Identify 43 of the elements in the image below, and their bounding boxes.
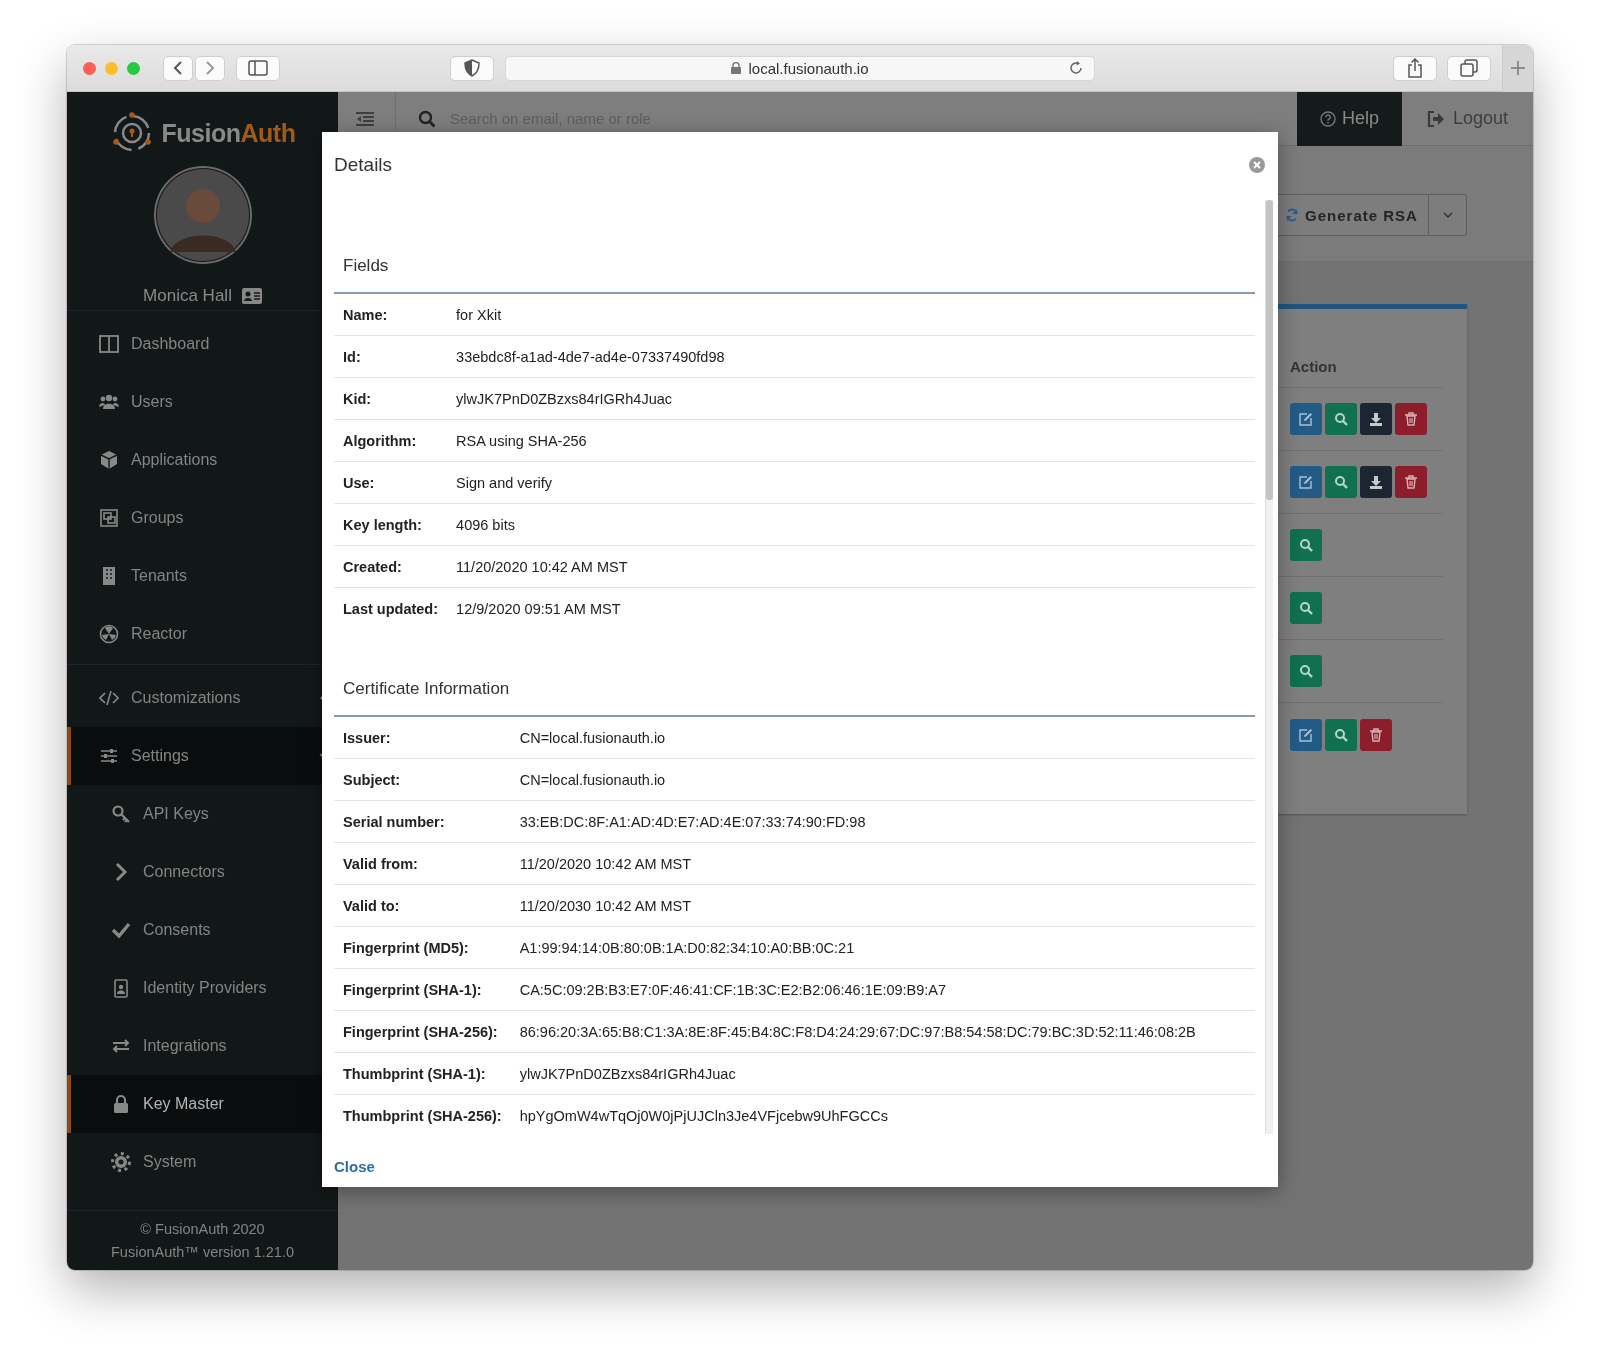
- field-value: CA:5C:09:2B:B3:E7:0F:46:41:CF:1B:3C:E2:B2:06:46:1E:09:B9:A7: [519, 981, 947, 998]
- field-label: Kid:: [343, 390, 372, 407]
- field-value: CN=local.fusionauth.io: [519, 771, 666, 788]
- section-heading: Fields: [334, 198, 1255, 294]
- field-value: 86:96:20:3A:65:B8:C1:3A:8E:8F:45:B4:8C:F8:D4:24:29:67:DC:97:B8:54:58:DC:79:BC:3D:52:11:46:08:2B: [519, 1023, 1196, 1040]
- brand-logo-text: FusionAuth: [161, 118, 296, 148]
- section-heading: Certificate Information: [334, 629, 1255, 717]
- field-label: Algorithm:: [343, 432, 417, 449]
- field-label: Use:: [343, 474, 375, 491]
- field-value: A1:99:94:14:0B:80:0B:1A:D0:82:34:10:A0:BB:0C:21: [519, 939, 855, 956]
- field-value: 11/20/2020 10:42 AM MST: [519, 855, 692, 872]
- dialog-title: Details: [334, 154, 393, 176]
- field-label: Name:: [343, 306, 388, 323]
- field-label: Issuer:: [343, 729, 391, 746]
- field-label: Subject:: [343, 771, 401, 788]
- field-value: 4096 bits: [456, 516, 515, 533]
- field-value: ylwJK7PnD0ZBzxs84rIGRh4Juac: [456, 390, 673, 407]
- field-label: Id:: [343, 348, 361, 365]
- field-value: RSA using SHA-256: [456, 432, 587, 449]
- field-value: 11/20/2020 10:42 AM MST: [456, 558, 628, 575]
- field-value: for Xkit: [456, 306, 502, 323]
- field-label: Key length:: [343, 516, 422, 533]
- footer-text: © FusionAuth 2020: [140, 1220, 265, 1239]
- field-value: hpYgOmW4wTqOj0W0jPjUJCln3Je4VFjcebw9UhFGCCs: [519, 1107, 888, 1124]
- field-label: Fingerprint (MD5):: [343, 939, 469, 956]
- field-value: 33ebdc8f-a1ad-4de7-ad4e-07337490fd98: [456, 348, 725, 365]
- field-value: 12/9/2020 09:51 AM MST: [456, 600, 621, 617]
- field-label: Fingerprint (SHA-1):: [343, 981, 482, 998]
- field-label: Thumbprint (SHA-1):: [343, 1065, 486, 1082]
- url-text: local.fusionauth.io: [748, 59, 869, 77]
- field-label: Serial number:: [343, 813, 445, 830]
- field-label: Fingerprint (SHA-256):: [343, 1023, 498, 1040]
- field-value: Sign and verify: [456, 474, 552, 491]
- field-value: 33:EB:DC:8F:A1:AD:4D:E7:AD:4E:07:33:74:90:FD:98: [519, 813, 866, 830]
- field-label: Valid to:: [343, 897, 400, 914]
- footer-text: FusionAuth™ version 1.21.0: [111, 1243, 294, 1262]
- field-label: Created:: [343, 558, 402, 575]
- field-value: ylwJK7PnD0ZBzxs84rIGRh4Juac: [519, 1065, 736, 1082]
- field-label: Thumbprint (SHA-256):: [343, 1107, 502, 1124]
- field-value: CN=local.fusionauth.io: [519, 729, 666, 746]
- field-value: 11/20/2030 10:42 AM MST: [519, 897, 692, 914]
- field-label: Last updated:: [343, 600, 439, 617]
- field-label: Valid from:: [343, 855, 418, 872]
